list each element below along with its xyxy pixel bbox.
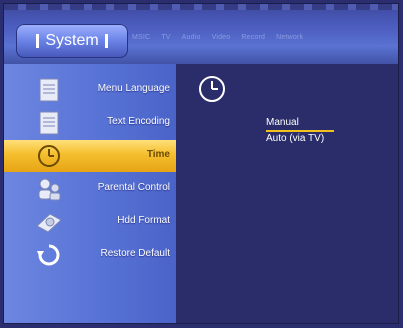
time-options: Manual Auto (via TV) xyxy=(266,116,334,146)
tab-tv[interactable]: TV xyxy=(161,34,170,41)
clock-icon xyxy=(38,145,60,167)
sidebar-item-restore-default[interactable]: Restore Default xyxy=(4,239,176,271)
sidebar-item-label: Text Encoding xyxy=(107,116,170,127)
clock-icon xyxy=(199,76,225,102)
header-stripe xyxy=(4,4,398,10)
tab-msic[interactable]: MSIC xyxy=(132,34,150,41)
document-icon xyxy=(39,111,59,135)
settings-window: System MSIC TV Audio Video Record Networ… xyxy=(3,3,399,324)
tab-system[interactable]: System xyxy=(16,24,128,58)
tab-right-marker xyxy=(104,34,108,48)
sidebar-item-label: Parental Control xyxy=(97,182,170,193)
parental-icon xyxy=(38,178,61,201)
sidebar-item-label: Hdd Format xyxy=(117,215,170,226)
tab-network[interactable]: Network xyxy=(276,34,303,41)
tab-list: MSIC TV Audio Video Record Network xyxy=(132,34,303,41)
hdd-icon xyxy=(36,213,62,233)
tab-left-marker xyxy=(36,34,40,48)
tab-audio[interactable]: Audio xyxy=(182,34,201,41)
sidebar-item-hdd-format[interactable]: Hdd Format xyxy=(4,206,176,238)
restore-icon xyxy=(37,244,60,266)
tab-record[interactable]: Record xyxy=(241,34,265,41)
sidebar-item-parental-control[interactable]: Parental Control xyxy=(4,173,176,205)
tab-video[interactable]: Video xyxy=(212,34,231,41)
option-manual[interactable]: Manual xyxy=(266,116,334,132)
sidebar-item-label: Menu Language xyxy=(97,83,170,94)
sidebar-item-menu-language[interactable]: Menu Language xyxy=(4,74,176,106)
option-auto-via-tv[interactable]: Auto (via TV) xyxy=(266,132,334,146)
sidebar-item-text-encoding[interactable]: Text Encoding xyxy=(4,107,176,139)
tab-system-label: System xyxy=(45,32,99,49)
sidebar-item-time[interactable]: Time xyxy=(4,140,176,172)
document-icon xyxy=(39,78,59,102)
header-bar: System MSIC TV Audio Video Record Networ… xyxy=(4,4,398,64)
sidebar: Menu Language Text Encoding Time Parenta… xyxy=(4,64,176,323)
sidebar-item-label: Restore Default xyxy=(100,248,170,259)
sidebar-item-label: Time xyxy=(146,149,170,160)
